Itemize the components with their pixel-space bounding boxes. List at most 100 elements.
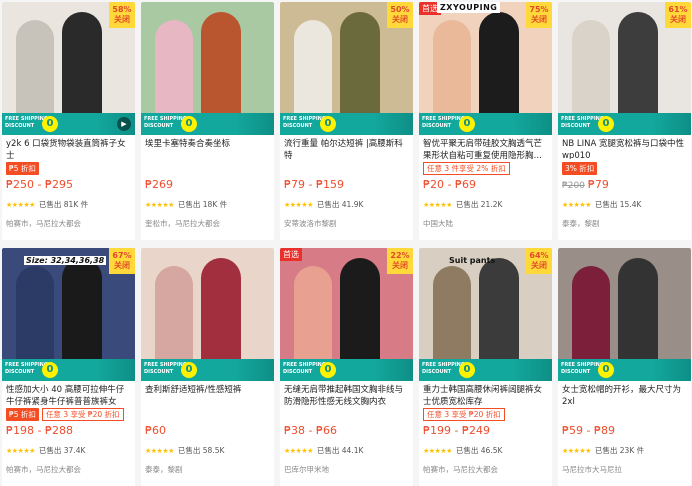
offer-badges: 任意 3 件享受 2% 折扣 bbox=[419, 159, 552, 175]
free-shipping-banner: FREE SHIPPING DISCOUNT 0 bbox=[141, 359, 274, 381]
product-figure bbox=[433, 20, 471, 120]
free-shipping-banner: FREE SHIPPING DISCOUNT 0 bbox=[2, 359, 135, 381]
discount-text: DISCOUNT bbox=[422, 123, 452, 129]
discount-text: DISCOUNT bbox=[144, 123, 174, 129]
offer-badge: 3% 折扣 bbox=[562, 161, 598, 175]
free-shipping-banner: FREE SHIPPING DISCOUNT 0 bbox=[419, 113, 552, 135]
product-image[interactable]: 58% 关闭 FREE SHIPPING DISCOUNT 0 ▶ bbox=[2, 2, 135, 135]
discount-text: 22% bbox=[390, 251, 410, 260]
product-image[interactable]: Suit pants 64% 关闭 FREE SHIPPING DISCOUNT 0 bbox=[419, 248, 552, 381]
discount-text: DISCOUNT bbox=[144, 369, 174, 375]
promo-badge: 任意 3 享受 ₱20 折扣 bbox=[41, 407, 124, 421]
product-card[interactable]: 61% 关闭 FREE SHIPPING DISCOUNT 0 NB LINA 宽腿宽松裤… bbox=[558, 2, 691, 240]
preferred-tag: 首选 bbox=[280, 248, 302, 261]
price-value: ₱199 - ₱249 bbox=[423, 424, 490, 437]
product-image[interactable]: 61% 关闭 FREE SHIPPING DISCOUNT 0 bbox=[558, 2, 691, 135]
star-rating-icon: ★★★★★ bbox=[6, 200, 35, 209]
product-figure bbox=[62, 258, 102, 366]
product-title[interactable]: 女士宽松帽的开衫，最大尺寸为 2xl bbox=[558, 381, 691, 405]
product-title[interactable]: 流行重量 帕尔达短裤 |高腰斯科特 bbox=[280, 135, 413, 159]
discount-text: DISCOUNT bbox=[422, 369, 452, 375]
star-rating-icon: ★★★★★ bbox=[562, 446, 591, 455]
discount-badge: 61% 关闭 bbox=[665, 2, 691, 28]
discount-text: DISCOUNT bbox=[561, 369, 591, 375]
discount-text: 75% bbox=[529, 5, 549, 14]
zero-fee-badge: 0 bbox=[459, 116, 475, 132]
product-price: ₱199 - ₱249 bbox=[419, 421, 552, 439]
offer-badges bbox=[558, 405, 691, 421]
discount-badge: 22% 关闭 bbox=[387, 248, 413, 274]
zero-fee-badge: 0 bbox=[42, 362, 58, 378]
zero-fee-badge: 0 bbox=[42, 116, 58, 132]
play-icon[interactable]: ▶ bbox=[117, 117, 131, 131]
product-title[interactable]: 埃里卡塞特奏合奏坐标 bbox=[141, 135, 274, 159]
product-title[interactable]: 查利斯舒适短裤/性感短裤 bbox=[141, 381, 274, 405]
product-figure bbox=[294, 266, 332, 366]
zero-fee-badge: 0 bbox=[181, 116, 197, 132]
product-card[interactable]: 58% 关闭 FREE SHIPPING DISCOUNT 0 ▶ y2k 6 口袋货物袋装… bbox=[2, 2, 135, 240]
product-figure bbox=[618, 258, 658, 366]
free-shipping-banner: FREE SHIPPING DISCOUNT 0 bbox=[141, 113, 274, 135]
product-card[interactable]: 首选 ZXYOUPING 75% 关闭 FREE SHIPPING DISCOUNT 0 智优… bbox=[419, 2, 552, 240]
discount-text: DISCOUNT bbox=[561, 123, 591, 129]
product-image[interactable]: 首选 22% 关闭 FREE SHIPPING DISCOUNT 0 bbox=[280, 248, 413, 381]
star-rating-icon: ★★★★★ bbox=[423, 446, 452, 455]
discount-text: 关闭 bbox=[670, 15, 686, 24]
product-image[interactable]: FREE SHIPPING DISCOUNT 0 bbox=[141, 248, 274, 381]
offer-badges: 3% 折扣 bbox=[558, 159, 691, 175]
offer-badges bbox=[280, 159, 413, 175]
price-value: ₱60 bbox=[145, 424, 166, 437]
product-title[interactable]: NB LINA 宽腿宽松裤与口袋中性 wp010 bbox=[558, 135, 691, 159]
rating-row: ★★★★★ 已售出 23K 件 bbox=[558, 439, 691, 456]
product-card[interactable]: Suit pants 64% 关闭 FREE SHIPPING DISCOUNT 0 重力士… bbox=[419, 248, 552, 486]
product-image[interactable]: FREE SHIPPING DISCOUNT 0 bbox=[141, 2, 274, 135]
product-card[interactable]: 首选 22% 关闭 FREE SHIPPING DISCOUNT 0 无缝无肩带推起韩国文胸… bbox=[280, 248, 413, 486]
shop-location: 巴库尔甲米地 bbox=[284, 465, 329, 474]
discount-text: DISCOUNT bbox=[5, 123, 35, 129]
offer-badge: ₱5 折扣 bbox=[6, 407, 39, 421]
product-price: ₱38 - ₱66 bbox=[280, 421, 413, 439]
product-title[interactable]: 重力士韩国高腰休闲裤阔腿裤女士优质宽松库存 bbox=[419, 381, 552, 405]
product-figure bbox=[155, 20, 193, 120]
star-rating-icon: ★★★★★ bbox=[145, 446, 174, 455]
product-card[interactable]: Size: 32,34,36,38 67% 关闭 FREE SHIPPING DISCO… bbox=[2, 248, 135, 486]
offer-badges bbox=[141, 405, 274, 421]
product-image[interactable]: 50% 关闭 FREE SHIPPING DISCOUNT 0 bbox=[280, 2, 413, 135]
product-card[interactable]: 50% 关闭 FREE SHIPPING DISCOUNT 0 流行重量 帕尔达短裤 |高… bbox=[280, 2, 413, 240]
shop-location: 安蒂波洛市黎剧 bbox=[284, 219, 337, 228]
price-value: ₱79 - ₱159 bbox=[284, 178, 344, 191]
product-title[interactable]: y2k 6 口袋货物袋装直筒裤子女士 bbox=[2, 135, 135, 159]
product-figure bbox=[201, 258, 241, 366]
image-caption: Suit pants bbox=[449, 256, 496, 265]
price-value: ₱59 - ₱89 bbox=[562, 424, 615, 437]
product-price: ₱60 bbox=[141, 421, 274, 439]
product-card[interactable]: FREE SHIPPING DISCOUNT 0 查利斯舒适短裤/性感短裤 ₱60 ★★★… bbox=[141, 248, 274, 486]
sold-count: 已售出 37.4K bbox=[38, 446, 86, 455]
discount-text: 58% bbox=[112, 5, 132, 14]
rating-row: ★★★★★ 已售出 44.1K bbox=[280, 439, 413, 456]
zero-fee-badge: 0 bbox=[598, 116, 614, 132]
product-image[interactable]: 首选 ZXYOUPING 75% 关闭 FREE SHIPPING DISCOUNT 0 bbox=[419, 2, 552, 135]
free-shipping-banner: FREE SHIPPING DISCOUNT 0 bbox=[280, 113, 413, 135]
discount-badge: 67% 关闭 bbox=[109, 248, 135, 274]
free-shipping-banner: FREE SHIPPING DISCOUNT 0 bbox=[419, 359, 552, 381]
product-title[interactable]: 智优平聚无肩带硅胶文胸透气芒果形状自粘可重复使用隐形胸… bbox=[419, 135, 552, 159]
product-image[interactable]: FREE SHIPPING DISCOUNT 0 bbox=[558, 248, 691, 381]
product-title[interactable]: 性感加大小 40 高腰可拉伸牛仔牛仔裤紧身牛仔裤普普族裤女士… bbox=[2, 381, 135, 405]
sold-count: 已售出 18K 件 bbox=[177, 200, 228, 209]
product-image[interactable]: Size: 32,34,36,38 67% 关闭 FREE SHIPPING DISCO… bbox=[2, 248, 135, 381]
discount-text: 关闭 bbox=[531, 261, 547, 270]
promo-badge: 任意 3 享受 ₱20 折扣 bbox=[423, 407, 505, 421]
product-figure bbox=[479, 12, 519, 120]
shop-location: 泰泰，黎剧 bbox=[145, 465, 183, 474]
product-card[interactable]: FREE SHIPPING DISCOUNT 0 女士宽松帽的开衫，最大尺寸为 2xl… bbox=[558, 248, 691, 486]
discount-text: 关闭 bbox=[114, 261, 130, 270]
discount-text: 关闭 bbox=[531, 15, 547, 24]
discount-text: 64% bbox=[529, 251, 549, 260]
product-figure bbox=[572, 266, 610, 366]
product-card[interactable]: FREE SHIPPING DISCOUNT 0 埃里卡塞特奏合奏坐标 ₱269 ★★★★… bbox=[141, 2, 274, 240]
product-title[interactable]: 无缝无肩带推起韩国文胸非线与防滑隐形性感无线文胸内衣 bbox=[280, 381, 413, 405]
discount-badge: 58% 关闭 bbox=[109, 2, 135, 28]
discount-text: DISCOUNT bbox=[283, 369, 313, 375]
product-price: ₱269 bbox=[141, 175, 274, 193]
